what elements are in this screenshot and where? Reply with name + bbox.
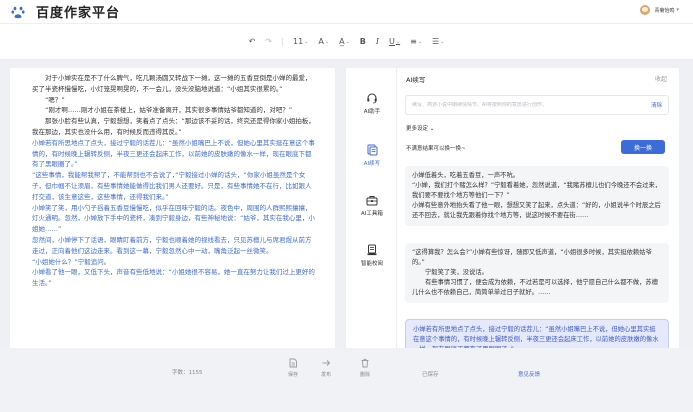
save-status: 已保存 [422,372,439,378]
editor-paragraph[interactable]: “嗯？” [32,95,315,106]
prompt-input[interactable] [412,102,651,108]
editor-paragraph[interactable]: 忽然间，小婵停下了话语，眼睛盯着前方，宁毅也顺着她的视线看去，只见苏檀儿与席君煜… [32,235,315,257]
underline-icon[interactable]: U ⌄ [389,37,400,46]
editor-paragraph[interactable]: “小姐她什么？”宁毅追问。 [32,257,315,268]
prompt-box: 清除 [405,95,669,115]
chevron-down-icon: ⌄ [345,38,350,45]
sidebar-item-ai-toolbox[interactable]: AI工具箱 [346,194,398,217]
font-color-icon[interactable]: A ⌄ [318,37,329,46]
user-name[interactable]: 青菊怡鸣 [654,7,674,14]
editor-canvas[interactable]: 对于小婵实在是不了什么脾气，吃几颗汤圆又转战下一摊，这一摊的五香豆倒是小婵的最爱… [10,68,335,348]
collapse-panel-button[interactable]: 收起 [655,74,667,83]
result-paragraph: “小婵，我们打个赌怎么样？”宁毅看着她，忽然说道，“我赌苏檀儿也们今晚还不会过来… [412,182,662,199]
clear-button[interactable]: 清除 [651,101,662,109]
result-paragraph: 有些事情习惯了，便会成为依赖，不过若是可以选择，他宁愿自己什么都不做，苏檀儿什么… [412,279,658,296]
chevron-down-icon: ⌄ [395,38,401,45]
chevron-down-icon: ⌄ [440,38,445,45]
align-icon[interactable]: ≡ ⌄ [410,37,422,46]
editor-paragraph[interactable]: 小婵笑了笑，用小勺子舀着五香豆慢慢吃，似乎在回味宁毅的话。夜色中，周围的人群熙熙… [32,203,315,235]
ai-continue-panel: AI续写 收起 清除 更多设定 ⌄ 不满意结果可以换一换~ 换一换 小婵低着头，… [397,68,679,348]
delete-label: 删除 [359,372,370,378]
highlight-color-icon[interactable]: A̲ ⌄ [339,37,350,46]
sidebar-item-label: AI工具箱 [361,211,383,217]
ai-sidebar: AI助手 AI续写 AI工具箱 智能校阅 [345,68,397,348]
publish-label: 发布 [320,372,331,378]
regenerate-button[interactable]: 换一换 [621,140,665,154]
font-size-select[interactable]: 11 ⌄ [293,37,308,46]
sidebar-item-label: AI续写 [363,161,381,167]
editor-paragraph[interactable]: 对于小婵实在是不了什么脾气，吃几颗汤圆又转战下一摊，这一摊的五香豆倒是小婵的最爱… [32,73,315,95]
chevron-down-icon: ⌄ [324,38,330,45]
italic-icon[interactable]: I [376,37,379,46]
sidebar-item-proofread[interactable]: 智能校阅 [346,244,398,267]
chevron-down-icon: ⌄ [304,38,309,45]
panel-title: AI续写 [406,76,426,84]
sidebar-item-label: 智能校阅 [360,261,383,267]
chevron-down-icon[interactable]: ▾ [676,7,679,13]
save-label: 保存 [287,372,298,378]
top-bar: 百度作家平台 青菊怡鸣 ▾ [0,0,693,24]
result-paragraph: 宁毅笑了笑，没说话。 [425,269,488,276]
word-count: 字数：1155 [172,370,203,376]
editor-toolbar: ↶ ↷ 11 ⌄ A ⌄ A̲ ⌄ B I U ⌄ ≡ ⌄ ☰ ⌄ [0,24,693,60]
sidebar-item-ai-assistant[interactable]: AI助手 [346,92,398,115]
arrow-right-icon [321,358,331,368]
editor-paragraph[interactable]: 小婵看了他一眼，又低下头，声音有些低地说：“小姐她很不容易，她一直在努力让我们过… [32,267,315,289]
regenerate-tip: 不满意结果可以换一换~ [406,146,466,152]
toolbox-icon [366,194,378,206]
document-icon [366,144,378,156]
delete-button[interactable]: 删除 [350,358,380,378]
sidebar-item-label: AI助手 [363,109,381,115]
editor-paragraph[interactable]: “刚才啊……刚才小姐在茶楼上，姑爷准备离开，其实很多事情姑爷都知道的，对吧？” [32,105,315,116]
result-paragraph: “这得算我？怎么会?”小婵有些惊讶，随即又低声道，“小姐很多时候，其实挺依赖姑爷… [412,249,652,266]
editor-paragraph[interactable]: “这些事情，我能帮我帮了，不能帮到也不会说了，”宁毅接过小婵的话头，“你家小姐虽… [32,170,315,202]
editor-paragraph[interactable]: 小婵若有所思地点了点头，接过宁毅的话茬儿：“虽然小姐嘴巴上不说，但她心里其实挺在… [32,138,315,170]
toolbar-divider [282,37,283,46]
undo-icon[interactable]: ↶ [249,37,256,46]
headset-icon [366,92,378,104]
feedback-link[interactable]: 意见反馈 [518,370,540,378]
more-settings-toggle[interactable]: 更多设定 ⌄ [406,124,434,132]
proofread-icon [366,244,378,256]
bold-icon[interactable]: B [360,37,366,46]
publish-button[interactable]: 发布 [311,358,341,378]
editor-content[interactable]: 对于小婵实在是不了什么脾气，吃几颗汤圆又转战下一摊，这一摊的五香豆倒是小婵的最爱… [10,68,335,289]
result-card[interactable]: 小婵低着头，吃着五香豆，一声不吭。 “小婵，我们打个赌怎么样？”宁毅看着她，忽然说… [405,166,669,226]
save-button[interactable]: 保存 [278,358,308,378]
platform-title[interactable]: 百度作家平台 [36,2,120,21]
result-card[interactable]: “这得算我？怎么会?”小婵有些惊讶，随即又低声道，“小姐很多时候，其实挺依赖姑爷… [405,243,669,303]
paw-logo-icon[interactable] [10,4,26,20]
save-icon [288,358,298,368]
chevron-down-icon: ⌄ [417,38,423,45]
result-paragraph: 小婵若有所思地点了点头，接过宁毅的话茬儿：“虽然小姐嘴巴上不说，但她心里其实挺在… [413,326,659,348]
trash-icon [360,358,370,368]
user-menu[interactable]: 青菊怡鸣 ▾ [640,5,679,15]
result-paragraph: 小婵低着头，吃着五香豆，一声不吭。 [412,172,520,179]
result-card-selected[interactable]: 小婵若有所思地点了点头，接过宁毅的话茬儿：“虽然小姐嘴巴上不说，但她心里其实挺在… [405,319,669,348]
sidebar-item-ai-continue[interactable]: AI续写 [346,144,398,167]
line-spacing-icon[interactable]: ☰ ⌄ [432,37,444,46]
bottom-bar: 字数：1155 保存 发布 删除 已保存 意见反馈 [0,348,693,412]
avatar[interactable] [640,5,651,15]
font-size-value: 11 [293,37,304,46]
redo-icon[interactable]: ↷ [265,37,272,46]
editor-paragraph[interactable]: 那张小脸有些认真，宁毅想想，笑着点了点头：“那边该不妥的话，终究还是得你家小姐拍… [32,116,315,138]
result-paragraph: 小婵有些意外地抬头看了他一眼，想想又笑了起来，点头道：“好的，小姐说半个时辰之后… [412,202,661,219]
